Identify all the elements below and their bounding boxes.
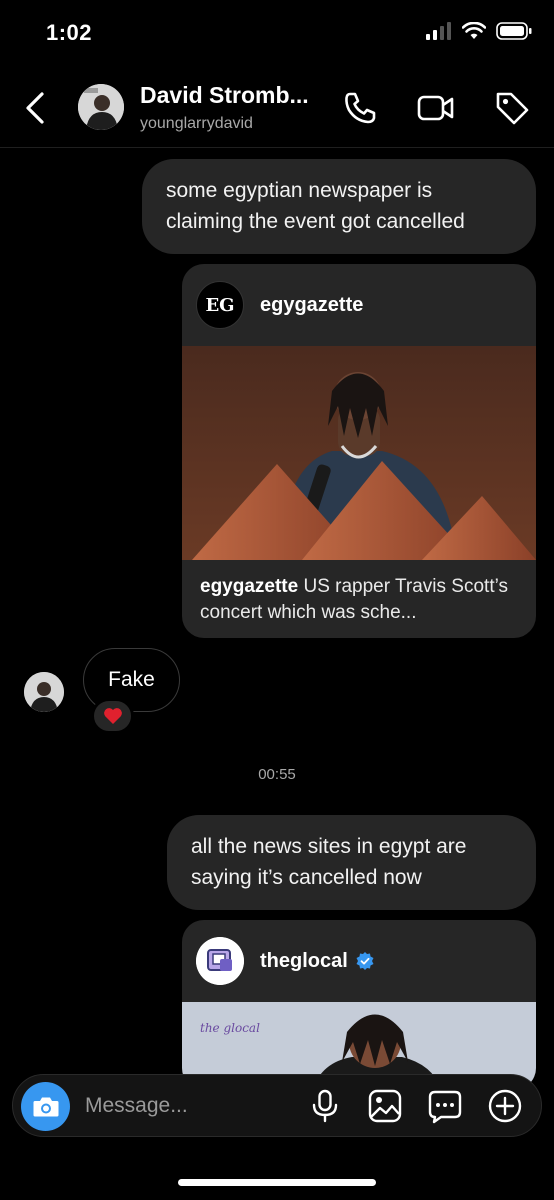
- contact-handle[interactable]: younglarrydavid: [140, 115, 253, 133]
- video-icon[interactable]: [416, 88, 456, 128]
- header-actions: [340, 88, 532, 128]
- composer-actions: [307, 1088, 523, 1124]
- wifi-icon: [462, 22, 486, 39]
- chat-header: David Stromb... younglarrydavid: [0, 70, 554, 148]
- shared-post-header[interactable]: EG egygazette: [182, 264, 536, 346]
- plus-icon[interactable]: [487, 1088, 523, 1124]
- reaction-badge[interactable]: [91, 698, 134, 734]
- home-indicator[interactable]: [178, 1179, 376, 1186]
- signal-icon: [426, 22, 451, 40]
- timestamp: 00:55: [258, 766, 296, 783]
- microphone-icon[interactable]: [307, 1088, 343, 1124]
- caption-username: egygazette: [200, 576, 299, 597]
- sent-message[interactable]: some egyptian newspaper is claiming the …: [142, 159, 536, 254]
- back-button[interactable]: [20, 88, 52, 128]
- sticker-icon[interactable]: [427, 1088, 463, 1124]
- message-input[interactable]: [85, 1075, 295, 1136]
- watermark-logo: the glocal: [200, 1021, 260, 1035]
- status-bar: 1:02: [0, 0, 554, 70]
- avatar[interactable]: [78, 84, 124, 130]
- shared-post-caption[interactable]: egygazette US rapper Travis Scott’s conc…: [182, 560, 536, 626]
- shared-post-card[interactable]: EG egygazette egygazette US rapper Travi…: [182, 264, 536, 638]
- shared-post-header[interactable]: theglocal: [182, 920, 536, 1002]
- glocal-logo-icon: [196, 937, 244, 985]
- avatar[interactable]: [24, 672, 64, 712]
- camera-icon: [33, 1097, 58, 1116]
- shared-post-avatar[interactable]: [196, 937, 244, 985]
- shared-post-username[interactable]: theglocal: [260, 950, 348, 973]
- image-icon[interactable]: [367, 1088, 403, 1124]
- shared-post-avatar[interactable]: EG: [196, 281, 244, 329]
- shared-post-image[interactable]: [182, 346, 536, 560]
- sent-message[interactable]: all the news sites in egypt are saying i…: [167, 815, 536, 910]
- message-composer: [12, 1074, 542, 1137]
- status-icons: [426, 22, 532, 40]
- shared-post-card[interactable]: theglocal the glocal: [182, 920, 536, 1090]
- battery-icon: [496, 22, 532, 40]
- logo-text: EG: [205, 294, 235, 316]
- tag-icon[interactable]: [492, 88, 532, 128]
- status-time: 1:02: [46, 20, 93, 45]
- contact-name[interactable]: David Stromb...: [140, 82, 309, 109]
- shared-post-username[interactable]: egygazette: [260, 294, 363, 317]
- verified-badge-icon: [356, 952, 374, 970]
- heart-icon: [103, 708, 122, 724]
- phone-icon[interactable]: [340, 88, 380, 128]
- camera-button[interactable]: [21, 1082, 70, 1131]
